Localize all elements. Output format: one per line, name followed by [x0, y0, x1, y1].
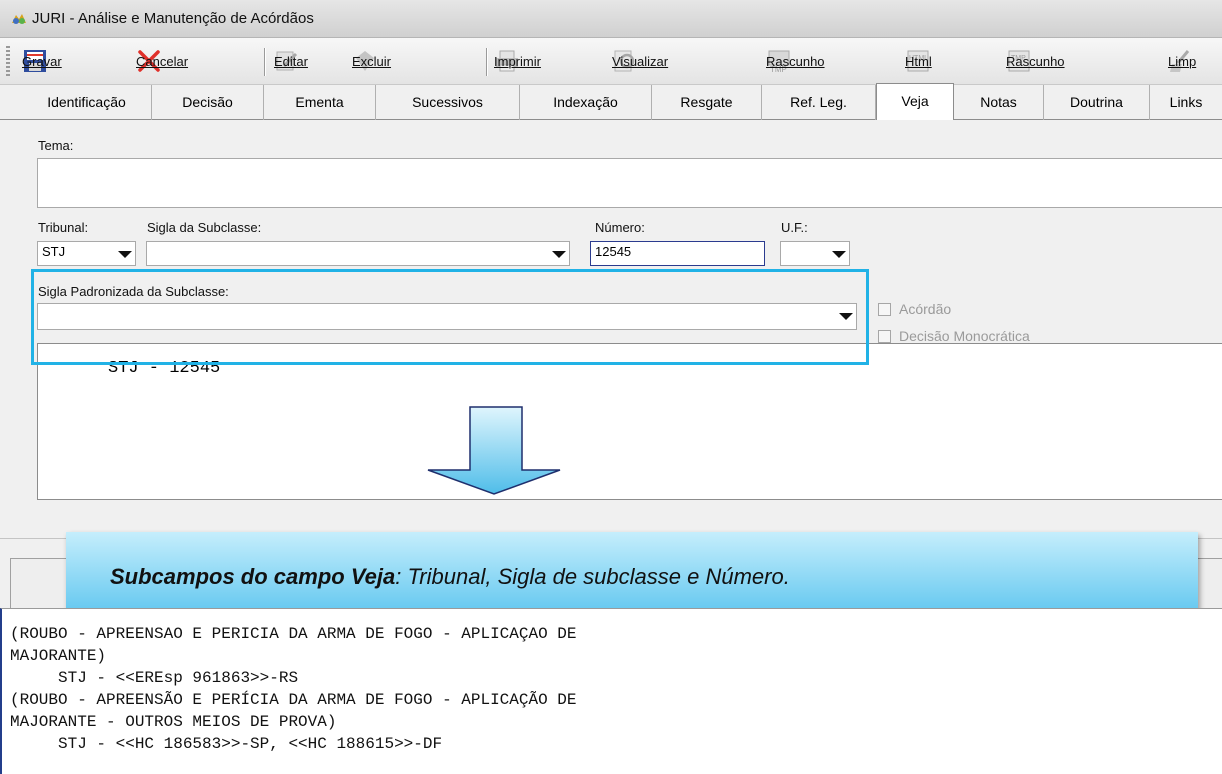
uf-dropdown[interactable] [780, 241, 850, 266]
tribunal-dropdown-button[interactable] [113, 242, 135, 265]
window-title: JURI - Análise e Manutenção de Acórdãos [32, 10, 314, 27]
tab-veja[interactable]: Veja [876, 83, 954, 121]
note-line: STJ - <<HC 186583>>-SP, <<HC 188615>>-DF [10, 735, 443, 753]
sigla-subclasse-dropdown-button[interactable] [547, 242, 569, 265]
tab-resgate[interactable]: Resgate [652, 85, 762, 120]
toolbar-separator [264, 48, 266, 76]
acordao-checkbox-box[interactable] [878, 302, 891, 316]
chevron-down-icon [832, 251, 846, 258]
clear-label: Limp [1168, 53, 1197, 69]
numero-value: 12545 [595, 244, 632, 259]
html-button[interactable]: HTML Html [905, 45, 932, 77]
callout-rest: : Tribunal, Sigla de subclasse e Número. [395, 564, 790, 589]
app-icon [12, 14, 26, 24]
chevron-down-icon [552, 251, 566, 258]
decisao-monocratica-label: Decisão Monocrática [899, 328, 1030, 344]
tab-strip: Identificação Decisão Ementa Sucessivos … [0, 83, 1222, 121]
sigla-subclasse-dropdown[interactable] [146, 241, 570, 266]
uf-dropdown-button[interactable] [827, 242, 849, 265]
down-arrow-icon [427, 406, 561, 495]
numero-input[interactable]: 12545 [590, 241, 765, 266]
tab-links[interactable]: Links [1150, 85, 1222, 120]
decisao-monocratica-checkbox-box[interactable] [878, 329, 891, 343]
chevron-down-icon [118, 251, 132, 258]
tab-notas[interactable]: Notas [954, 85, 1044, 120]
preview-label: Visualizar [612, 53, 669, 69]
tab-identificacao[interactable]: Identificação [22, 85, 152, 120]
preview-button[interactable]: Visualizar [612, 45, 668, 77]
toolbar: Gravar Cancelar Editar Excluir Imprimir [0, 38, 1222, 85]
decisao-monocratica-checkbox[interactable]: Decisão Monocrática [878, 328, 1030, 344]
tema-label: Tema: [38, 138, 74, 153]
sigla-subclasse-label: Sigla da Subclasse: [147, 220, 262, 235]
print-button[interactable]: Imprimir [494, 45, 541, 77]
tab-doutrina[interactable]: Doutrina [1044, 85, 1150, 120]
tab-sucessivos[interactable]: Sucessivos [376, 85, 520, 120]
tab-ementa[interactable]: Ementa [264, 85, 376, 120]
note-line: MAJORANTE) [10, 647, 107, 665]
edit-button[interactable]: Editar [274, 45, 308, 77]
delete-button[interactable]: Excluir [352, 45, 391, 77]
acordao-label: Acórdão [899, 301, 952, 317]
uf-label: U.F.: [781, 220, 808, 235]
tribunal-dropdown[interactable]: STJ [37, 241, 136, 266]
tab-indexacao[interactable]: Indexação [520, 85, 652, 120]
html-label: Html [905, 53, 932, 69]
veja-notes-area[interactable]: (ROUBO - APREENSAO E PERICIA DA ARMA DE … [0, 608, 1222, 774]
tribunal-value: STJ [42, 244, 66, 259]
edit-label: Editar [274, 53, 308, 69]
cancel-button[interactable]: Cancelar [136, 45, 188, 77]
note-line: (ROUBO - APREENSÃO E PERÍCIA DA ARMA DE … [10, 691, 577, 709]
note-line: STJ - <<EREsp 961863>>-RS [10, 669, 299, 687]
callout-bold: Subcampos do campo Veja [110, 564, 396, 589]
draft-button[interactable]: TMP Rascunho [766, 45, 825, 77]
cancel-label: Cancelar [136, 53, 189, 69]
draft-label: Rascunho [766, 53, 825, 69]
save-label: Gravar [22, 53, 62, 69]
save-button[interactable]: Gravar [22, 45, 62, 77]
toolbar-separator [486, 48, 488, 76]
draft-2-label: Rascunho [1006, 53, 1065, 69]
toolbar-grip[interactable] [6, 46, 10, 76]
numero-label: Número: [595, 220, 645, 235]
callout-text: Subcampos do campo Veja: Tribunal, Sigla… [110, 564, 790, 590]
tab-decisao[interactable]: Decisão [152, 85, 264, 120]
title-bar: JURI - Análise e Manutenção de Acórdãos [0, 0, 1222, 38]
note-line: MAJORANTE - OUTROS MEIOS DE PROVA) [10, 713, 337, 731]
veja-preview-box: STJ - 12545 [37, 343, 1222, 500]
note-line: (ROUBO - APREENSAO E PERICIA DA ARMA DE … [10, 625, 577, 643]
acordao-checkbox[interactable]: Acórdão [878, 301, 951, 317]
tab-ref-leg[interactable]: Ref. Leg. [762, 85, 876, 120]
clear-button[interactable]: Limp [1168, 45, 1197, 77]
print-label: Imprimir [494, 53, 541, 69]
draft-2-button[interactable]: TMP Rascunho [1006, 45, 1065, 77]
tema-input[interactable] [37, 158, 1222, 208]
delete-label: Excluir [352, 53, 392, 69]
tribunal-label: Tribunal: [38, 220, 89, 235]
highlight-frame [31, 269, 869, 365]
